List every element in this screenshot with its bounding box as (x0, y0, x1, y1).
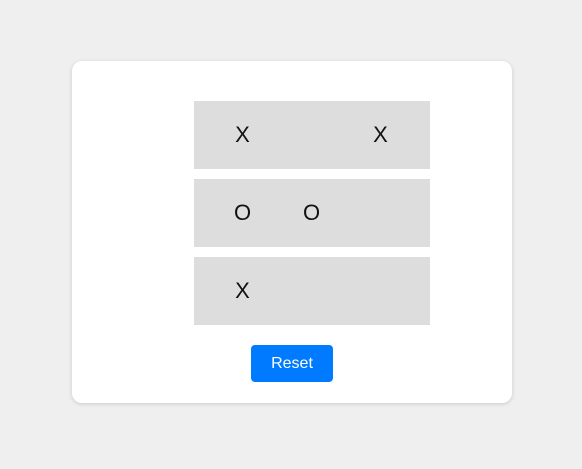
cell-r1-c1[interactable]: X (208, 101, 277, 169)
cell-r2-c3[interactable] (346, 179, 415, 247)
cell-r1-c2[interactable] (277, 101, 346, 169)
cell-r1-c3[interactable]: X (346, 101, 415, 169)
cell-r2-c2[interactable]: O (277, 179, 346, 247)
game-card: X X O O X Reset (72, 61, 512, 403)
board-row-1: X X (194, 101, 430, 169)
board-row-3: X (194, 257, 430, 325)
cell-r3-c2[interactable] (277, 257, 346, 325)
tic-tac-toe-board: X X O O X (194, 101, 430, 335)
board-row-2: O O (194, 179, 430, 247)
cell-r3-c1[interactable]: X (208, 257, 277, 325)
cell-r2-c1[interactable]: O (208, 179, 277, 247)
cell-r3-c3[interactable] (346, 257, 415, 325)
reset-button[interactable]: Reset (251, 345, 333, 382)
